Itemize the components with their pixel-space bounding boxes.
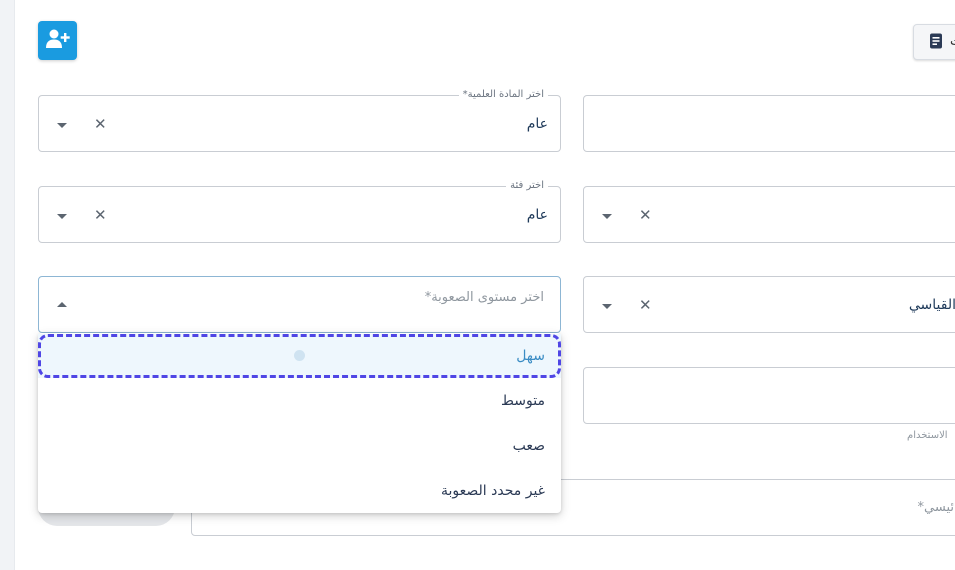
add-user-icon	[45, 28, 71, 54]
document-icon	[929, 33, 943, 53]
category-dropdown-arrow-icon[interactable]	[57, 214, 67, 219]
option-medium[interactable]: متوسط	[38, 379, 561, 423]
subject-select[interactable]: اختر المادة العلمية* عام ✕	[38, 88, 561, 152]
right-field-top[interactable]	[583, 95, 955, 152]
pointer-indicator	[294, 350, 305, 361]
measurement-select[interactable]: القياسي ✕	[583, 276, 955, 333]
difficulty-select[interactable]: اختر مستوى الصعوبة*	[38, 276, 561, 333]
right-select-2[interactable]: ✕	[583, 186, 955, 243]
add-user-button[interactable]	[38, 21, 77, 60]
right-select-2-clear-icon[interactable]: ✕	[639, 187, 652, 242]
option-easy-label: سهل	[516, 348, 545, 364]
document-button[interactable]: ت	[913, 24, 955, 60]
option-hard[interactable]: صعب	[38, 424, 561, 468]
right-select-2-dropdown-arrow-icon[interactable]	[602, 214, 612, 219]
option-unspecified[interactable]: غير محدد الصعوبة	[38, 469, 561, 513]
usage-field[interactable]	[583, 367, 955, 424]
document-button-label: ت	[950, 34, 955, 49]
option-hard-label: صعب	[512, 438, 545, 454]
subject-value: عام	[526, 115, 548, 132]
subject-dropdown-arrow-icon[interactable]	[57, 123, 67, 128]
left-panel-edge	[0, 0, 15, 570]
category-value: عام	[526, 206, 548, 223]
measurement-clear-icon[interactable]: ✕	[639, 277, 652, 332]
category-clear-icon[interactable]: ✕	[94, 187, 107, 242]
measurement-value: القياسي	[908, 296, 955, 313]
measurement-dropdown-arrow-icon[interactable]	[602, 304, 612, 309]
option-medium-label: متوسط	[501, 393, 545, 409]
option-unspecified-label: غير محدد الصعوبة	[441, 483, 545, 499]
category-select[interactable]: اختر فئة عام ✕	[38, 179, 561, 243]
usage-helper-text: الاستخدام	[907, 430, 948, 441]
subject-clear-icon[interactable]: ✕	[94, 96, 107, 151]
difficulty-placeholder: اختر مستوى الصعوبة*	[424, 290, 544, 305]
main-text-placeholder: ئيسي*	[917, 500, 954, 515]
difficulty-dropdown-arrow-icon[interactable]	[57, 302, 67, 307]
